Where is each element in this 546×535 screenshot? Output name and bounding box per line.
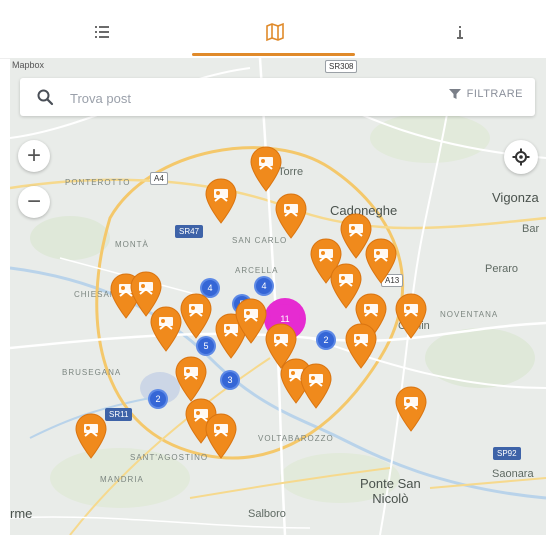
map-label-noventana: NOVENTANA — [440, 310, 499, 319]
cluster-marker[interactable]: 5 — [196, 336, 216, 356]
tab-map[interactable] — [255, 14, 295, 50]
map-label-peraro: Peraro — [485, 263, 519, 275]
cluster-marker[interactable]: 3 — [220, 370, 240, 390]
filter-icon — [448, 89, 461, 99]
post-pin-marker[interactable] — [250, 146, 282, 192]
post-pin-marker[interactable] — [395, 386, 427, 432]
post-pin-marker[interactable] — [150, 306, 182, 352]
map-label-monta: MONTÀ — [115, 240, 149, 249]
map-label-saonara: Saonara — [492, 468, 534, 480]
map-view[interactable]: A4 SR47 SR308 SR11 SP92 A13 Mapbox Vigon… — [10, 58, 546, 535]
map-label-arcella: ARCELLA — [235, 266, 279, 275]
post-pin-marker[interactable] — [300, 363, 332, 409]
locate-me-button[interactable] — [504, 140, 538, 174]
map-label-voltabarozzo: VOLTABAROZZO — [258, 434, 334, 443]
locate-icon — [512, 148, 530, 166]
search-bar: FILTRARE — [20, 78, 535, 116]
road-shield: A4 — [150, 172, 168, 185]
tab-list[interactable] — [82, 14, 122, 50]
map-label-bar: Bar — [522, 223, 540, 235]
tab-info[interactable] — [440, 14, 480, 50]
map-label-mandria: MANDRIA — [100, 475, 144, 484]
post-pin-marker[interactable] — [365, 238, 397, 284]
plus-icon: + — [26, 142, 41, 169]
road-shield: SR308 — [325, 60, 358, 73]
map-label-ponterotto: PONTEROTTO — [65, 178, 131, 187]
map-label-ponte-san-nicolo: Ponte San Nicolò — [360, 476, 421, 506]
post-pin-marker[interactable] — [180, 293, 212, 339]
post-pin-marker[interactable] — [205, 178, 237, 224]
attribution: Mapbox — [12, 60, 45, 70]
zoom-in-button[interactable]: + — [18, 140, 50, 172]
post-pin-marker[interactable] — [345, 323, 377, 369]
road-shield: SR11 — [105, 408, 133, 421]
zoom-out-button[interactable]: − — [18, 186, 50, 218]
road-shield: SR47 — [175, 225, 204, 238]
post-pin-marker[interactable] — [75, 413, 107, 459]
filter-button[interactable]: FILTRARE — [448, 88, 523, 100]
post-pin-marker[interactable] — [275, 193, 307, 239]
cluster-marker[interactable]: 2 — [316, 330, 336, 350]
list-icon — [95, 26, 109, 38]
map-label-terme: rme — [10, 506, 33, 521]
cluster-marker[interactable]: 4 — [254, 276, 274, 296]
map-icon — [266, 22, 284, 42]
map-label-salboro: Salboro — [248, 508, 286, 520]
info-icon — [457, 26, 463, 39]
post-pin-marker[interactable] — [395, 293, 427, 339]
post-pin-marker[interactable] — [175, 356, 207, 402]
active-tab-indicator — [192, 53, 355, 56]
tab-bar — [0, 0, 546, 59]
cluster-marker[interactable]: 2 — [148, 389, 168, 409]
map-label-vigonza: Vigonza — [492, 190, 539, 205]
post-pin-marker[interactable] — [205, 413, 237, 459]
road-shield: SP92 — [493, 447, 521, 460]
minus-icon: − — [26, 188, 41, 215]
map-label-sant-agostino: SANT'AGOSTINO — [130, 453, 209, 462]
post-pin-marker[interactable] — [235, 298, 267, 344]
search-icon[interactable] — [36, 88, 54, 106]
search-input[interactable] — [68, 87, 372, 109]
map-label-brusegana: BRUSEGANA — [62, 368, 122, 377]
filter-label: FILTRARE — [466, 88, 523, 100]
